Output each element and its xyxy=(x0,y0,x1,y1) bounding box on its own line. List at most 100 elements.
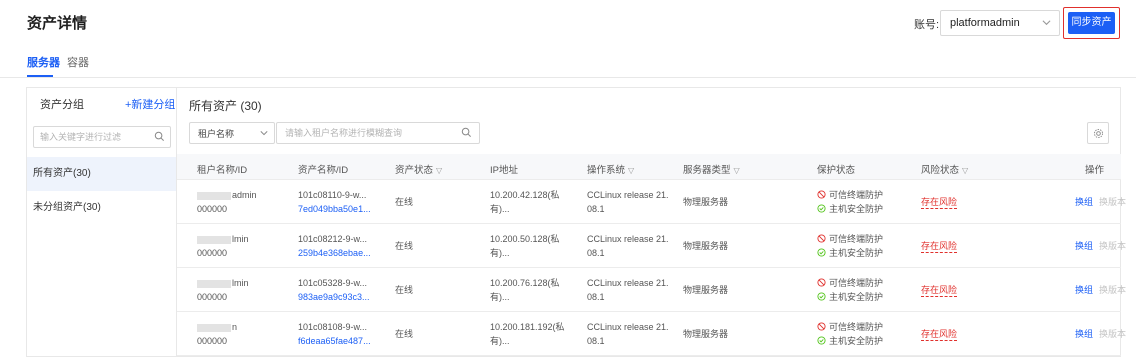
asset-name: 101c08110-9-w... xyxy=(298,190,367,200)
asset-details-page: 资产详情 账号: platformadmin 同步资产 服务器 容器 资产分组 … xyxy=(0,0,1136,364)
row-actions: 换组 换版本 xyxy=(1075,327,1126,341)
ip-address-suffix: 有)... xyxy=(490,292,510,302)
asset-status: 在线 xyxy=(395,285,414,295)
risk-status-link[interactable]: 存在风险 xyxy=(921,328,958,341)
tab-containers[interactable]: 容器 xyxy=(67,54,89,70)
change-version-link[interactable]: 换版本 xyxy=(1099,285,1126,295)
filter-search-box xyxy=(276,122,480,144)
check-circle-icon xyxy=(817,336,826,345)
check-circle-icon xyxy=(817,292,826,301)
ip-address-suffix: 有)... xyxy=(490,336,510,346)
protection-item: 可信终端防护 xyxy=(817,232,883,246)
risk-status-link[interactable]: 存在风险 xyxy=(921,284,958,297)
content-panel: 资产分组 +新建分组 所有资产(30) 未分组资产(30) 所有资产 (30) … xyxy=(26,87,1126,357)
asset-id-link[interactable]: f6deaa65fae487... xyxy=(298,334,371,348)
check-circle-icon xyxy=(817,204,826,213)
redacted-block xyxy=(197,191,231,200)
asset-list-title: 所有资产 (30) xyxy=(189,99,262,113)
change-version-link[interactable]: 换版本 xyxy=(1099,241,1126,251)
add-group-button[interactable]: +新建分组 xyxy=(125,96,175,112)
server-type: 物理服务器 xyxy=(683,197,729,207)
tab-servers[interactable]: 服务器 xyxy=(27,54,60,70)
column-header-server-type[interactable]: 服务器类型 ▽ xyxy=(683,162,740,176)
operating-system: CCLinux release 21. xyxy=(587,278,669,288)
tenant-name-cell: lmin xyxy=(197,276,249,290)
search-icon[interactable] xyxy=(154,131,165,142)
filter-icon[interactable]: ▽ xyxy=(628,166,634,175)
column-header-tenant: 租户名称/ID xyxy=(197,165,248,176)
column-header-os[interactable]: 操作系统 ▽ xyxy=(587,162,634,176)
change-version-link[interactable]: 换版本 xyxy=(1099,197,1126,207)
group-item-ungrouped[interactable]: 未分组资产(30) xyxy=(27,191,176,225)
filter-search-input[interactable] xyxy=(277,123,457,143)
change-version-link[interactable]: 换版本 xyxy=(1099,329,1126,339)
filter-field-value: 租户名称 xyxy=(198,129,235,139)
protection-status: 可信终端防护 主机安全防护 xyxy=(817,188,883,216)
protection-status: 可信终端防护 主机安全防护 xyxy=(817,320,883,348)
filter-icon[interactable]: ▽ xyxy=(962,166,968,175)
tenant-name-cell: admin xyxy=(197,188,257,202)
risk-status-link[interactable]: 存在风险 xyxy=(921,196,958,209)
protection-item: 可信终端防护 xyxy=(817,320,883,334)
sync-assets-button[interactable]: 同步资产 xyxy=(1068,12,1115,34)
ip-address: 10.200.50.128(私 xyxy=(490,234,560,244)
redacted-block xyxy=(197,235,231,244)
operating-system: CCLinux release 21. xyxy=(587,234,669,244)
sync-button-highlight: 同步资产 xyxy=(1063,7,1120,39)
protection-label: 可信终端防护 xyxy=(829,190,884,200)
search-icon[interactable] xyxy=(461,127,472,138)
row-actions: 换组 换版本 xyxy=(1075,195,1126,209)
filter-field-select[interactable]: 租户名称 xyxy=(189,122,275,144)
protection-item: 主机安全防护 xyxy=(817,334,883,348)
page-title: 资产详情 xyxy=(27,15,88,32)
tenant-id: 000000 xyxy=(197,292,228,302)
asset-id-link[interactable]: 983ae9a9c93c3... xyxy=(298,290,370,304)
asset-name: 101c08108-9-w... xyxy=(298,322,368,332)
column-header-risk-label: 风险状态 xyxy=(921,165,960,176)
account-label: 账号: xyxy=(914,19,940,31)
column-header-status[interactable]: 资产状态 ▽ xyxy=(395,162,442,176)
protection-label: 可信终端防护 xyxy=(829,234,884,244)
check-circle-icon xyxy=(817,248,826,257)
asset-name: 101c08212-9-w... xyxy=(298,234,368,244)
change-group-link[interactable]: 换组 xyxy=(1075,329,1093,339)
tenant-name: lmin xyxy=(232,234,249,244)
account-select-value: platformadmin xyxy=(950,17,1020,29)
tab-active-indicator xyxy=(27,75,53,77)
column-header-risk[interactable]: 风险状态 ▽ xyxy=(921,162,968,176)
tenant-name-cell: n xyxy=(197,320,237,334)
group-search-box xyxy=(33,126,171,148)
server-type: 物理服务器 xyxy=(683,285,729,295)
risk-status-link[interactable]: 存在风险 xyxy=(921,240,958,253)
operating-system: CCLinux release 21. xyxy=(587,322,669,332)
asset-id-link[interactable]: 7ed049bba50e1... xyxy=(298,202,371,216)
tenant-id: 000000 xyxy=(197,336,228,346)
filter-icon[interactable]: ▽ xyxy=(436,166,442,175)
change-group-link[interactable]: 换组 xyxy=(1075,285,1093,295)
asset-list-panel: 所有资产 (30) 租户名称 租户名称/ID 资产名称/ID 资产状态▽ IP地… xyxy=(177,88,1126,356)
group-search-input[interactable] xyxy=(34,127,152,147)
column-header-os-label: 操作系统 xyxy=(587,165,626,176)
table-settings-button[interactable] xyxy=(1087,122,1109,144)
change-group-link[interactable]: 换组 xyxy=(1075,197,1093,207)
ip-address: 10.200.76.128(私 xyxy=(490,278,560,288)
protection-label: 可信终端防护 xyxy=(829,278,884,288)
protection-status: 可信终端防护 主机安全防护 xyxy=(817,232,883,260)
tenant-name: lmin xyxy=(232,278,249,288)
asset-id-link[interactable]: 259b4e368ebae... xyxy=(298,246,371,260)
filter-icon[interactable]: ▽ xyxy=(734,166,740,175)
protection-label: 主机安全防护 xyxy=(829,204,884,214)
group-item-all-assets[interactable]: 所有资产(30) xyxy=(27,157,176,191)
change-group-link[interactable]: 换组 xyxy=(1075,241,1093,251)
ip-address-suffix: 有)... xyxy=(490,204,510,214)
disabled-circle-icon xyxy=(817,190,826,199)
ip-address: 10.200.42.128(私 xyxy=(490,190,560,200)
protection-item: 主机安全防护 xyxy=(817,246,883,260)
protection-item: 主机安全防护 xyxy=(817,290,883,304)
server-type: 物理服务器 xyxy=(683,329,729,339)
protection-label: 主机安全防护 xyxy=(829,248,884,258)
table-row: n 000000 101c08108-9-w... f6deaa65fae487… xyxy=(177,312,1126,356)
server-type: 物理服务器 xyxy=(683,241,729,251)
account-select[interactable]: platformadmin xyxy=(940,10,1060,36)
group-panel-title: 资产分组 xyxy=(40,99,84,111)
